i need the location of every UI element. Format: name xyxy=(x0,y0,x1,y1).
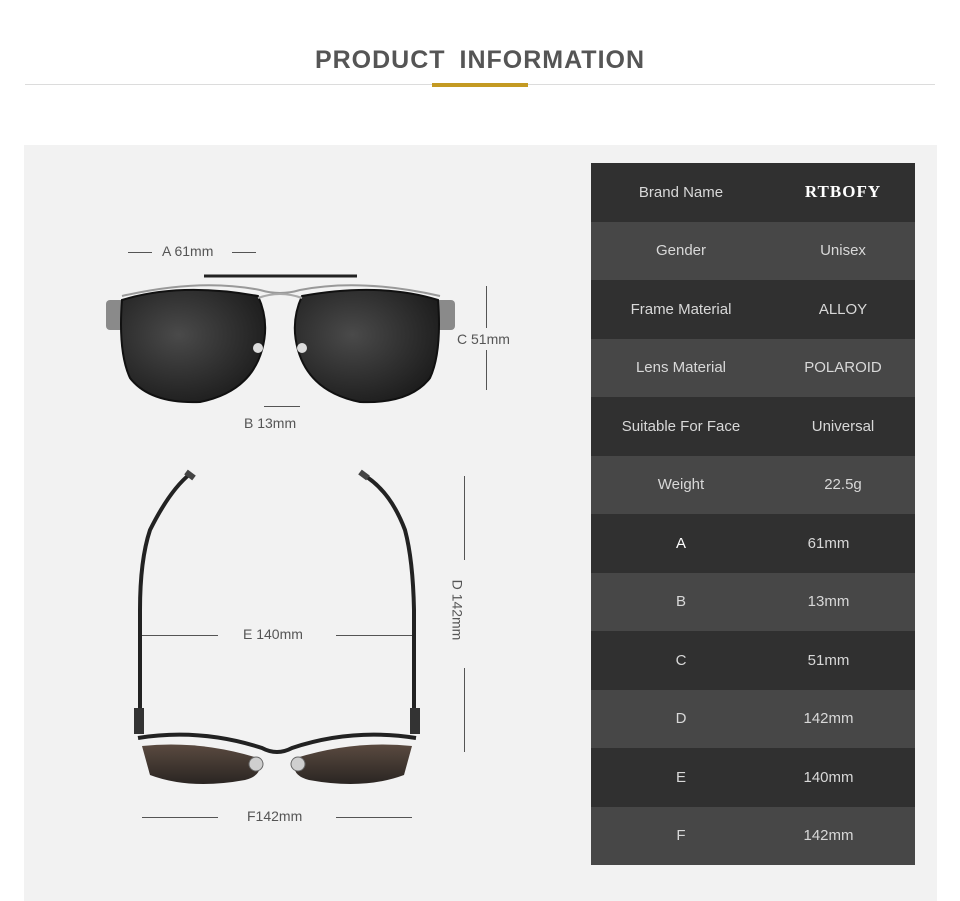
dimension-c-arrow-bottom xyxy=(486,350,487,390)
spec-row-weight: Weight 22.5g xyxy=(591,455,915,514)
dimension-a-arrow-left xyxy=(128,252,152,253)
dimension-e-arrow-right xyxy=(336,635,412,636)
dimension-c-arrow-top xyxy=(486,286,487,328)
spec-row-e: E 140mm xyxy=(591,748,915,807)
spec-label: Gender xyxy=(655,242,707,260)
spec-value: 142mm xyxy=(803,827,854,845)
spec-row-b: B 13mm xyxy=(591,572,915,631)
spec-value: Unisex xyxy=(820,242,866,260)
dimension-d-arrow-top xyxy=(464,476,465,560)
spec-value: 13mm xyxy=(807,593,850,611)
spec-label: D xyxy=(675,710,687,728)
spec-value: 22.5g xyxy=(824,476,862,494)
spec-label: F xyxy=(676,827,686,845)
dimension-f-label: F142mm xyxy=(247,808,303,824)
spec-value: 61mm xyxy=(807,534,850,552)
spec-label: Lens Material xyxy=(635,359,727,377)
spec-row-frame-material: Frame Material ALLOY xyxy=(591,280,915,339)
dimension-e-label: E 140mm xyxy=(243,626,303,642)
spec-value: 51mm xyxy=(807,651,850,669)
dimension-e-arrow-left xyxy=(142,635,218,636)
spec-value: Universal xyxy=(811,417,875,435)
spec-row-gender: Gender Unisex xyxy=(591,221,915,280)
spec-row-face: Suitable For Face Universal xyxy=(591,397,915,456)
spec-label: A xyxy=(675,534,686,552)
dimension-c-label: C 51mm xyxy=(457,331,510,347)
dimension-f-arrow-right xyxy=(336,817,412,818)
dimension-d-label: D 142mm xyxy=(449,579,466,641)
spec-label: C xyxy=(675,651,687,669)
spec-label: Weight xyxy=(657,476,705,494)
spec-row-lens-material: Lens Material POLAROID xyxy=(591,338,915,397)
spec-label: B xyxy=(675,593,686,611)
spec-value: POLAROID xyxy=(804,359,882,377)
spec-table: Brand Name RTBOFY Gender Unisex Frame Ma… xyxy=(591,163,915,865)
spec-row-a: A 61mm xyxy=(591,514,915,573)
dimension-a-label: A 61mm xyxy=(162,243,214,259)
dimension-b-arrow xyxy=(264,406,300,407)
spec-label: E xyxy=(675,768,686,786)
spec-value: ALLOY xyxy=(818,300,868,318)
spec-label: Brand Name xyxy=(638,183,724,201)
spec-label: Frame Material xyxy=(630,300,732,318)
dimension-a-arrow-right xyxy=(232,252,256,253)
spec-value: 140mm xyxy=(803,768,854,786)
spec-label: Suitable For Face xyxy=(621,417,741,435)
dimension-b-label: B 13mm xyxy=(244,415,297,431)
spec-row-brand: Brand Name RTBOFY xyxy=(591,163,915,222)
spec-row-d: D 142mm xyxy=(591,689,915,748)
dimension-d-arrow-bottom xyxy=(464,668,465,752)
spec-value: 142mm xyxy=(803,710,854,728)
spec-row-f: F 142mm xyxy=(591,806,915,865)
spec-row-c: C 51mm xyxy=(591,631,915,690)
brand-logo-text: RTBOFY xyxy=(804,182,882,202)
dimension-f-arrow-left xyxy=(142,817,218,818)
